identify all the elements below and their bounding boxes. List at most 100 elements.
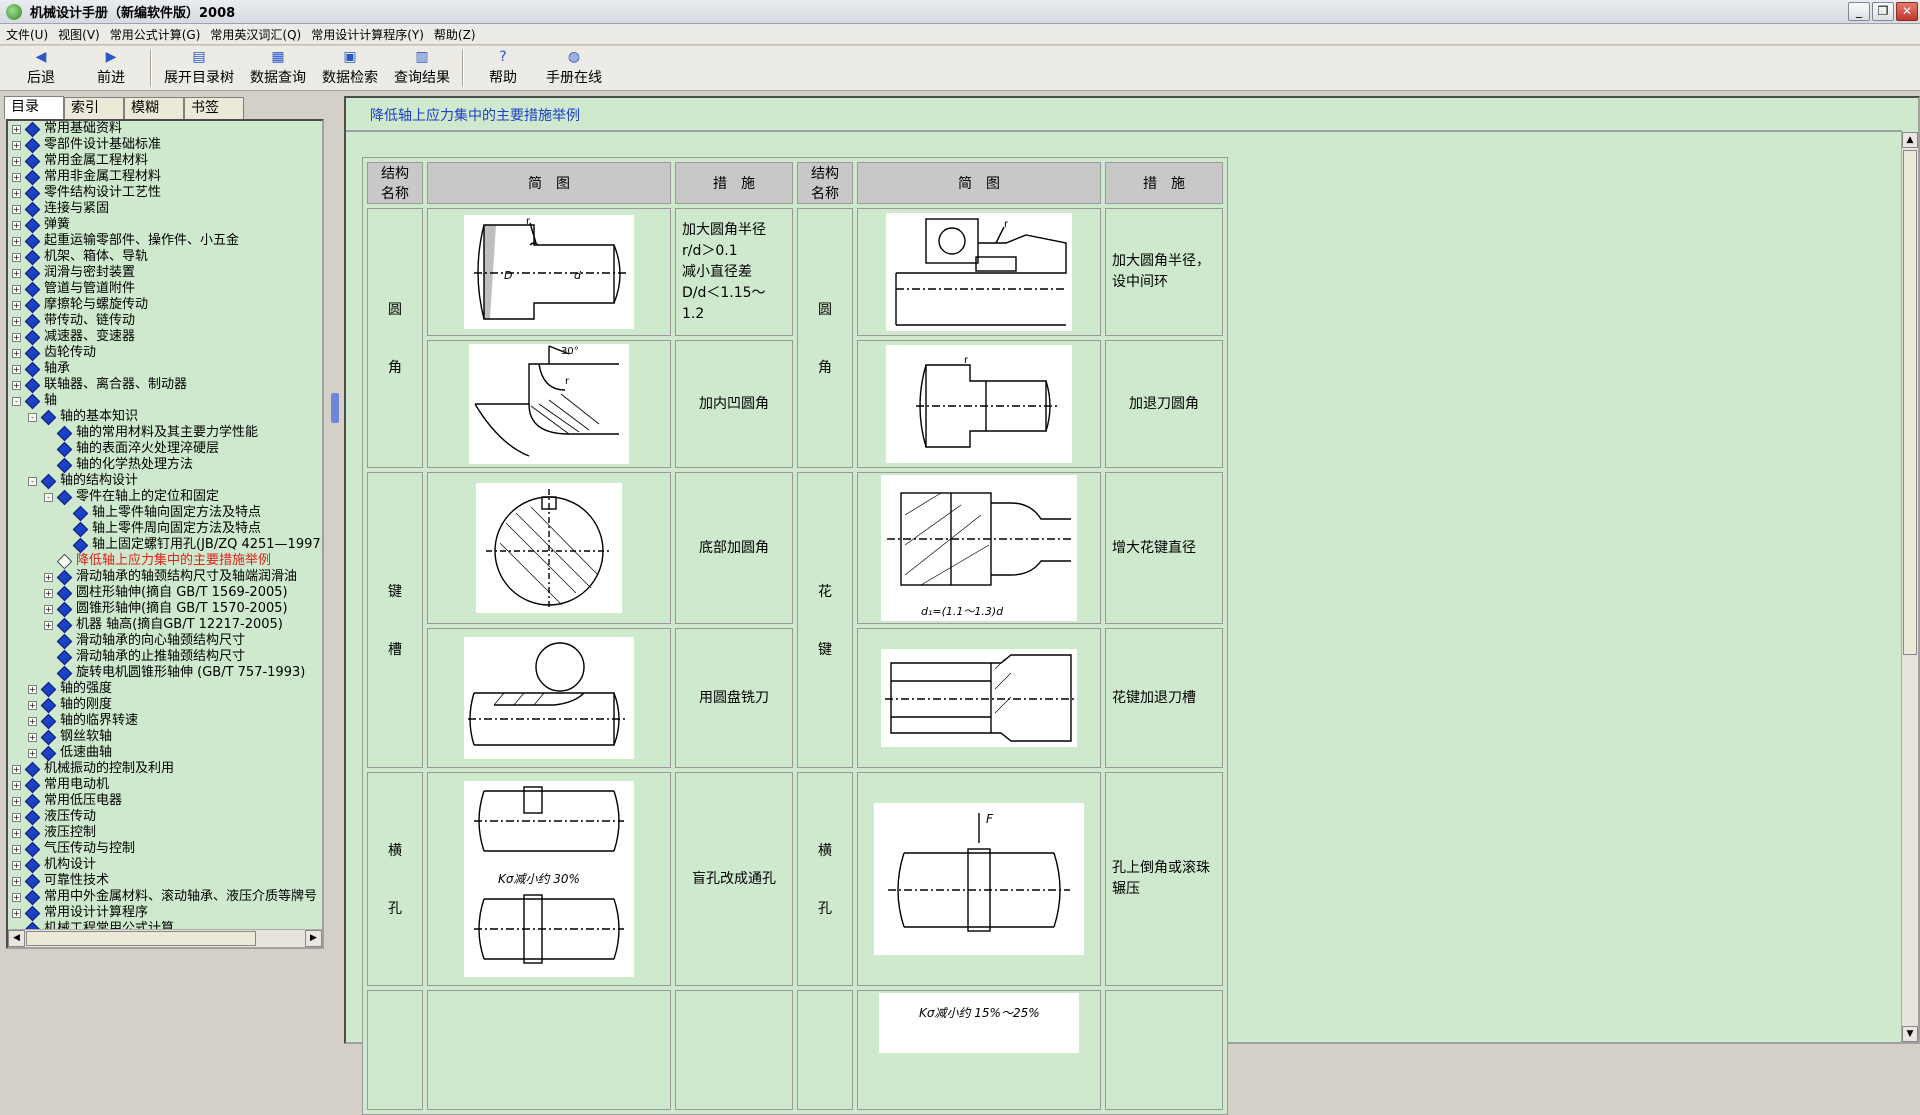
tree-node[interactable]: + 常用中外金属材料、滚动轴承、液压介质等牌号 bbox=[8, 889, 322, 905]
menu-view[interactable]: 视图(V) bbox=[56, 26, 108, 43]
tree-node[interactable]: + 钢丝软轴 bbox=[8, 729, 322, 745]
tree-node[interactable]: + 圆柱形轴伸(摘自 GB/T 1569-2005) bbox=[8, 585, 322, 601]
data-search-button[interactable]: ▣ 数据检索 bbox=[314, 47, 386, 90]
collapse-icon[interactable]: - bbox=[12, 396, 21, 406]
expand-icon[interactable]: + bbox=[12, 236, 21, 246]
tree-node[interactable]: 轴的化学热处理方法 bbox=[8, 457, 322, 473]
expand-icon[interactable]: + bbox=[12, 268, 21, 278]
expand-icon[interactable]: + bbox=[44, 572, 53, 582]
tree-node[interactable]: 机械工程常用公式计算 bbox=[8, 921, 322, 929]
scroll-up-icon[interactable]: ▲ bbox=[1902, 132, 1918, 148]
tree-node[interactable]: + 液压控制 bbox=[8, 825, 322, 841]
maximize-button[interactable]: ❐ bbox=[1872, 2, 1894, 21]
scroll-right-icon[interactable]: ▶ bbox=[305, 930, 322, 947]
expand-icon[interactable]: + bbox=[12, 844, 21, 854]
minimize-button[interactable]: _ bbox=[1848, 2, 1870, 21]
tree-node[interactable]: + 常用基础资料 bbox=[8, 121, 322, 137]
expand-icon[interactable]: + bbox=[12, 188, 21, 198]
tree-node[interactable]: + 减速器、变速器 bbox=[8, 329, 322, 345]
back-button[interactable]: ◀ 后退 bbox=[6, 47, 76, 90]
collapse-icon[interactable]: - bbox=[28, 412, 37, 422]
tree-node[interactable]: 轴上零件轴向固定方法及特点 bbox=[8, 505, 322, 521]
expand-icon[interactable]: + bbox=[12, 764, 21, 774]
tree-node[interactable]: 滑动轴承的向心轴颈结构尺寸 bbox=[8, 633, 322, 649]
tree-node[interactable]: + 零部件设计基础标准 bbox=[8, 137, 322, 153]
tree-node[interactable]: + 机械振动的控制及利用 bbox=[8, 761, 322, 777]
tree-node[interactable]: - 轴的基本知识 bbox=[8, 409, 322, 425]
expand-icon[interactable]: + bbox=[12, 364, 21, 374]
tree-node[interactable]: + 摩擦轮与螺旋传动 bbox=[8, 297, 322, 313]
tree-node[interactable]: 轴上零件周向固定方法及特点 bbox=[8, 521, 322, 537]
tree-node[interactable]: + 轴的临界转速 bbox=[8, 713, 322, 729]
tree-node[interactable]: 滑动轴承的止推轴颈结构尺寸 bbox=[8, 649, 322, 665]
expand-icon[interactable]: + bbox=[12, 780, 21, 790]
menu-programs[interactable]: 常用设计计算程序(Y) bbox=[309, 26, 432, 43]
expand-icon[interactable]: + bbox=[12, 812, 21, 822]
forward-button[interactable]: ▶ 前进 bbox=[76, 47, 146, 90]
tab-fuzzy[interactable]: 模糊 bbox=[124, 97, 184, 119]
expand-icon[interactable]: + bbox=[12, 796, 21, 806]
tree-node[interactable]: + 圆锥形轴伸(摘自 GB/T 1570-2005) bbox=[8, 601, 322, 617]
contents-tree[interactable]: + 常用基础资料 + 零部件设计基础标准 + 常用金属工程材料 + 常用非金属工程材料 + 零件结… bbox=[8, 121, 322, 929]
expand-icon[interactable]: + bbox=[12, 140, 21, 150]
expand-icon[interactable]: + bbox=[12, 156, 21, 166]
tree-node[interactable]: 轴的表面淬火处理淬硬层 bbox=[8, 441, 322, 457]
expand-icon[interactable]: + bbox=[28, 732, 37, 742]
tree-node[interactable]: + 常用金属工程材料 bbox=[8, 153, 322, 169]
expand-icon[interactable]: + bbox=[44, 604, 53, 614]
expand-icon[interactable]: + bbox=[12, 828, 21, 838]
menu-formula[interactable]: 常用公式计算(G) bbox=[108, 26, 209, 43]
splitter-grip[interactable] bbox=[331, 393, 339, 423]
tree-node[interactable]: - 零件在轴上的定位和固定 bbox=[8, 489, 322, 505]
manual-online-button[interactable]: ◍ 手册在线 bbox=[538, 47, 610, 90]
tree-node[interactable]: 降低轴上应力集中的主要措施举例 bbox=[8, 553, 322, 569]
collapse-icon[interactable]: - bbox=[28, 476, 37, 486]
tree-horizontal-scrollbar[interactable]: ◀ ▶ bbox=[8, 929, 322, 947]
expand-icon[interactable]: + bbox=[44, 620, 53, 630]
tab-index[interactable]: 索引 bbox=[64, 97, 124, 119]
tree-node[interactable]: + 滑动轴承的轴颈结构尺寸及轴端润滑油 bbox=[8, 569, 322, 585]
tree-node[interactable]: + 机构设计 bbox=[8, 857, 322, 873]
expand-icon[interactable]: + bbox=[28, 716, 37, 726]
expand-icon[interactable]: + bbox=[12, 316, 21, 326]
expand-icon[interactable]: + bbox=[12, 300, 21, 310]
expand-icon[interactable]: + bbox=[28, 684, 37, 694]
scroll-thumb[interactable] bbox=[26, 931, 256, 946]
tree-node[interactable]: + 轴承 bbox=[8, 361, 322, 377]
help-button[interactable]: ? 帮助 bbox=[468, 47, 538, 90]
tree-node[interactable]: 旋转电机圆锥形轴伸 (GB/T 757-1993) bbox=[8, 665, 322, 681]
expand-icon[interactable]: + bbox=[12, 380, 21, 390]
tree-node[interactable]: + 机器 轴高(摘自GB/T 12217-2005) bbox=[8, 617, 322, 633]
tree-node[interactable]: + 常用电动机 bbox=[8, 777, 322, 793]
tree-node[interactable]: + 起重运输零部件、操作件、小五金 bbox=[8, 233, 322, 249]
tree-node[interactable]: + 轴的强度 bbox=[8, 681, 322, 697]
expand-icon[interactable]: + bbox=[12, 860, 21, 870]
tree-node[interactable]: + 可靠性技术 bbox=[8, 873, 322, 889]
tree-node[interactable]: + 常用低压电器 bbox=[8, 793, 322, 809]
scroll-thumb[interactable] bbox=[1903, 150, 1917, 655]
tree-node[interactable]: + 管道与管道附件 bbox=[8, 281, 322, 297]
expand-icon[interactable]: + bbox=[44, 588, 53, 598]
tree-node[interactable]: + 轴的刚度 bbox=[8, 697, 322, 713]
scroll-left-icon[interactable]: ◀ bbox=[8, 930, 25, 947]
tree-node[interactable]: + 弹簧 bbox=[8, 217, 322, 233]
tree-node[interactable]: + 常用设计计算程序 bbox=[8, 905, 322, 921]
tree-node[interactable]: + 气压传动与控制 bbox=[8, 841, 322, 857]
tree-node[interactable]: + 低速曲轴 bbox=[8, 745, 322, 761]
tree-node[interactable]: -轴 bbox=[8, 393, 322, 409]
tree-node[interactable]: + 齿轮传动 bbox=[8, 345, 322, 361]
expand-icon[interactable]: + bbox=[12, 204, 21, 214]
tree-node[interactable]: + 带传动、链传动 bbox=[8, 313, 322, 329]
tab-contents[interactable]: 目录 bbox=[4, 96, 64, 119]
expand-icon[interactable]: + bbox=[28, 700, 37, 710]
expand-icon[interactable]: + bbox=[12, 172, 21, 182]
panel-splitter[interactable] bbox=[330, 93, 340, 1046]
expand-tree-button[interactable]: ▤ 展开目录树 bbox=[156, 47, 242, 90]
menu-vocab[interactable]: 常用英汉词汇(Q) bbox=[208, 26, 309, 43]
expand-icon[interactable]: + bbox=[12, 876, 21, 886]
expand-icon[interactable]: + bbox=[12, 220, 21, 230]
expand-icon[interactable]: + bbox=[12, 252, 21, 262]
tree-node[interactable]: + 润滑与密封装置 bbox=[8, 265, 322, 281]
expand-icon[interactable]: + bbox=[12, 124, 21, 134]
menu-file[interactable]: 文件(U) bbox=[4, 26, 56, 43]
